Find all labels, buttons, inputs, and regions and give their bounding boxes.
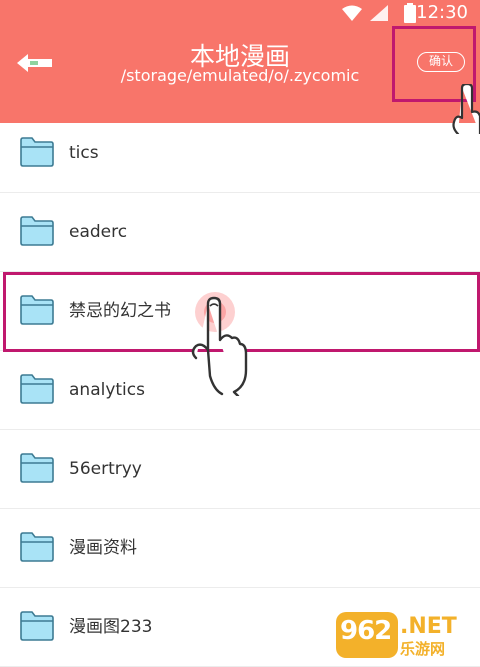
signal-icon (370, 5, 388, 25)
folder-name: 禁忌的幻之书 (69, 301, 171, 321)
pointing-hand-icon (452, 84, 480, 134)
folder-icon (20, 453, 54, 483)
list-item[interactable]: eaderc (0, 193, 480, 272)
folder-icon (20, 137, 54, 167)
watermark-site: 乐游网 (400, 640, 446, 658)
site-watermark: 962 .NET 乐游网 (336, 612, 476, 660)
folder-name: 漫画资料 (69, 538, 137, 558)
folder-name: analytics (69, 380, 145, 400)
battery-icon (404, 3, 416, 27)
status-time: 12:30 (416, 2, 468, 23)
folder-icon (20, 532, 54, 562)
folder-icon (20, 374, 54, 404)
pointing-hand-icon (191, 296, 248, 396)
folder-name: eaderc (69, 222, 128, 242)
list-item[interactable]: tics (0, 114, 480, 193)
watermark-net: .NET (400, 614, 457, 639)
list-item[interactable]: 漫画资料 (0, 509, 480, 588)
list-item[interactable]: 56ertryy (0, 430, 480, 509)
app-header: 12:30 本地漫画 /storage/emulated/o/.zycomic … (0, 0, 480, 123)
folder-icon (20, 295, 54, 325)
status-bar: 12:30 (0, 0, 480, 26)
folder-name: 漫画图233 (69, 617, 153, 637)
folder-icon (20, 611, 54, 641)
watermark-badge: 962 (336, 612, 398, 658)
wifi-icon (342, 5, 362, 25)
folder-icon (20, 216, 54, 246)
folder-name: 56ertryy (69, 459, 142, 479)
folder-name: tics (69, 143, 99, 163)
confirm-button[interactable]: 确认 (417, 52, 465, 72)
watermark-digits: 962 (340, 616, 392, 646)
